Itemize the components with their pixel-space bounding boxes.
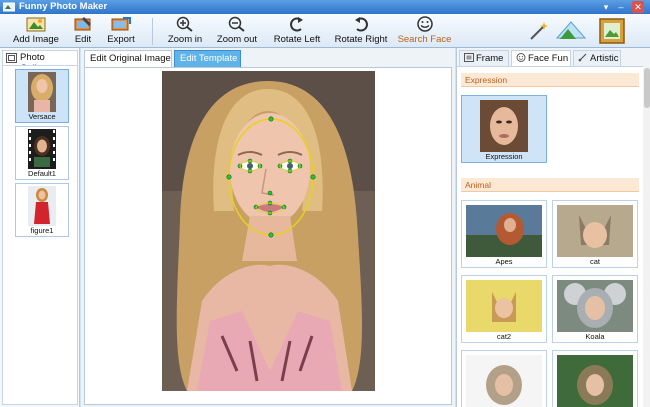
edit-button[interactable]: Edit — [70, 16, 96, 47]
add-image-button[interactable]: Add Image — [10, 16, 62, 47]
gallery-icon — [6, 53, 17, 63]
template-item-animal-6[interactable] — [552, 350, 638, 407]
rotate-right-label: Rotate Right — [334, 34, 388, 45]
zoom-in-icon — [176, 16, 193, 32]
minimize-button[interactable]: – — [615, 1, 627, 13]
zoom-out-icon — [228, 16, 245, 32]
toolbar-separator — [152, 18, 153, 45]
template-thumbnail — [466, 205, 542, 257]
window-title: Funny Photo Maker — [19, 1, 108, 12]
brush-icon — [578, 53, 587, 62]
template-item-label: Expression — [485, 152, 523, 161]
gallery-item-label: figure1 — [30, 226, 54, 235]
picture-frame-icon[interactable] — [598, 17, 626, 45]
zoom-out-button[interactable]: Zoom out — [215, 16, 259, 47]
template-item-cat[interactable]: cat — [552, 200, 638, 268]
add-image-label: Add Image — [13, 34, 59, 45]
tab-photo-gallery[interactable]: Photo Gallery — [2, 50, 78, 74]
smiley-face-icon — [416, 16, 433, 32]
frame-icon — [464, 53, 474, 62]
export-icon — [111, 17, 131, 31]
portrait-photo[interactable] — [162, 71, 375, 391]
zoom-in-label: Zoom in — [167, 34, 203, 45]
photo-gallery-panel: Photo Gallery Versace Default1 — [0, 48, 80, 407]
landscape-picture-icon[interactable] — [555, 18, 587, 44]
tab-frame[interactable]: Frame — [459, 50, 509, 66]
tab-face-fun[interactable]: Face Fun — [511, 50, 571, 66]
template-thumbnail — [466, 280, 542, 332]
template-list: Expression Expression Animal Apes cat ca… — [457, 66, 643, 407]
tab-frame-label: Frame — [476, 53, 504, 64]
template-thumbnail — [466, 355, 542, 407]
template-thumbnail — [557, 280, 633, 332]
template-item-label: Koala — [585, 332, 605, 341]
template-panel: Frame Face Fun Artistic Expression Expre… — [456, 48, 650, 407]
scrollbar-thumb[interactable] — [644, 68, 650, 108]
export-label: Export — [107, 34, 135, 45]
export-button[interactable]: Export — [104, 16, 138, 47]
template-item-label: Apes — [495, 257, 513, 266]
template-item-apes[interactable]: Apes — [461, 200, 547, 268]
face-fun-icon — [516, 53, 526, 62]
rotate-right-button[interactable]: Rotate Right — [334, 16, 388, 47]
gallery-thumbnail — [28, 72, 56, 112]
template-thumbnail — [557, 205, 633, 257]
toolbar: Add Image Edit Export Zoom in Zoom out R… — [0, 14, 650, 48]
gallery-item-label: Default1 — [28, 169, 56, 178]
zoom-in-button[interactable]: Zoom in — [165, 16, 205, 47]
template-thumbnail — [480, 100, 528, 152]
tab-artistic-label: Artistic — [590, 53, 619, 64]
rotate-right-icon — [355, 17, 368, 32]
close-button[interactable]: ✕ — [632, 1, 644, 13]
gallery-item-versace[interactable]: Versace — [15, 69, 69, 123]
rotate-left-label: Rotate Left — [273, 34, 321, 45]
template-thumbnail — [557, 355, 633, 407]
magic-wand-icon[interactable] — [528, 20, 550, 42]
edit-icon — [74, 17, 91, 31]
gallery-list: Versace Default1 figure1 — [2, 65, 78, 405]
gallery-thumbnail — [28, 186, 56, 226]
search-face-label: Search Face — [397, 34, 452, 45]
gallery-item-label: Versace — [28, 112, 56, 121]
app-icon — [3, 2, 15, 12]
menu-dropdown-icon[interactable]: ▾ — [600, 1, 612, 13]
template-item-koala[interactable]: Koala — [552, 275, 638, 343]
search-face-button[interactable]: Search Face — [397, 16, 452, 47]
gallery-item-default1[interactable]: Default1 — [15, 126, 69, 180]
section-header-animal: Animal — [461, 178, 639, 192]
rotate-left-button[interactable]: Rotate Left — [272, 16, 322, 47]
rotate-left-icon — [290, 17, 303, 32]
gallery-thumbnail — [28, 129, 56, 169]
tab-face-fun-label: Face Fun — [528, 53, 569, 64]
editor-panel: Edit Original Image Edit Template — [81, 48, 455, 407]
edit-label: Edit — [74, 34, 92, 45]
title-bar: Funny Photo Maker ▾ – ✕ — [0, 0, 650, 14]
template-item-label: cat — [589, 257, 600, 266]
template-item-label: cat2 — [496, 332, 512, 341]
gallery-item-figure1[interactable]: figure1 — [15, 183, 69, 237]
template-item-cat2[interactable]: cat2 — [461, 275, 547, 343]
template-list-scrollbar[interactable] — [643, 66, 650, 407]
tab-edit-template[interactable]: Edit Template — [174, 50, 241, 67]
template-item-animal-5[interactable] — [461, 350, 547, 407]
editing-canvas[interactable] — [84, 67, 452, 405]
template-item-expression[interactable]: Expression — [461, 95, 547, 163]
tab-edit-original-image[interactable]: Edit Original Image — [84, 50, 172, 67]
zoom-out-label: Zoom out — [216, 34, 258, 45]
tab-artistic[interactable]: Artistic — [573, 50, 621, 66]
add-image-icon — [26, 17, 46, 32]
section-header-expression: Expression — [461, 73, 639, 87]
